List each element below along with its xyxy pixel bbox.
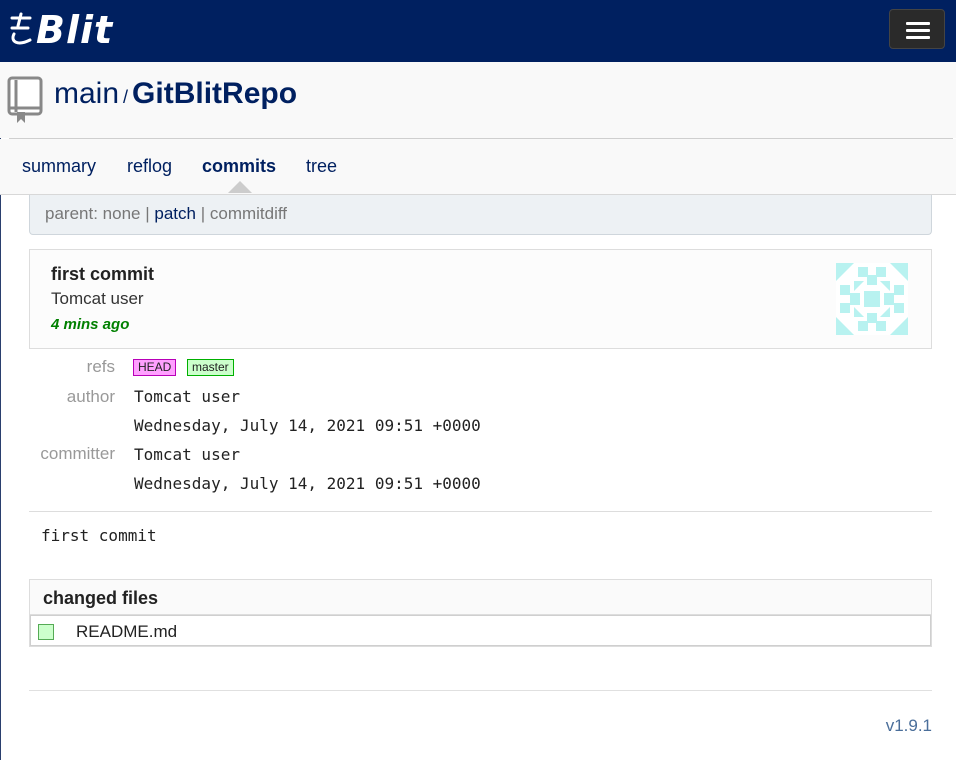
active-tab-indicator [228,181,252,193]
author-label: author [66,387,115,406]
version-label: v1.9.1 [885,716,932,735]
committer-value: Tomcat user [134,445,240,464]
author-date: Wednesday, July 14, 2021 09:51 +0000 [134,416,481,435]
changed-files-header: changed files [30,580,931,615]
commit-author: Tomcat user [51,289,144,308]
refs-label: refs [86,357,115,376]
committer-date: Wednesday, July 14, 2021 09:51 +0000 [134,474,481,493]
parent-label: parent: [45,204,98,223]
parent-value: none [102,204,141,223]
message-divider [29,511,932,512]
commit-age: 4 mins ago [51,316,130,333]
author-value: Tomcat user [134,387,240,406]
file-added-status-icon [38,624,54,640]
tab-summary[interactable]: summary [22,156,96,177]
changed-files-panel: changed files README.md [29,579,932,647]
ref-badge-head[interactable]: HEAD [133,359,177,376]
patch-link[interactable]: patch [154,204,196,223]
commit-message: first commit [41,526,157,545]
nav-separator: | [145,204,150,223]
top-navbar: Blit [0,0,956,62]
project-link[interactable]: main [54,77,119,110]
committer-label: committer [40,444,115,463]
commitdiff-label: commitdiff [209,204,288,223]
tab-reflog[interactable]: reflog [127,156,172,177]
gitblit-logo-icon [10,12,32,45]
repository-tabs: summary reflog commits tree [0,139,956,195]
file-name-link[interactable]: README.md [76,622,177,642]
tab-commits[interactable]: commits [202,156,276,177]
author-avatar [836,263,908,335]
path-separator: / [123,87,129,107]
repository-title: main / GitBlitRepo [54,74,297,114]
commit-navigation: parent: none | patch | commitdiff [29,195,932,235]
repository-header: main / GitBlitRepo [0,62,956,138]
footer-divider [29,690,932,691]
changed-files-title: changed files [43,588,159,608]
file-row: README.md [30,615,931,646]
ref-badge-master[interactable]: master [187,359,234,376]
commit-summary-box: first commit Tomcat user 4 mins ago [29,249,932,349]
menu-toggle-button[interactable] [889,9,945,49]
brand-name: Blit [36,8,114,52]
repository-book-icon [7,76,43,123]
tab-tree[interactable]: tree [306,156,337,177]
commit-title: first commit [51,264,155,284]
nav-separator: | [200,204,206,223]
brand-logo[interactable]: Blit [8,8,113,52]
repository-name-link[interactable]: GitBlitRepo [132,77,297,110]
